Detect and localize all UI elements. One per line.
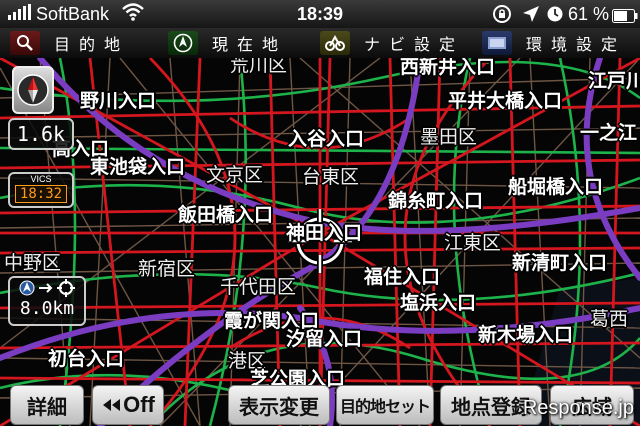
register-point-label: 地点登録 <box>451 394 531 419</box>
compass-icon <box>17 74 49 106</box>
map-label-shiodome: 汐留入口 <box>286 328 363 350</box>
map-label-hatsudai: 初台入口 <box>48 348 125 370</box>
alarm-icon <box>546 5 564 28</box>
battery-icon <box>612 7 638 28</box>
map-label-shiohama: 塩浜入口 <box>400 292 477 314</box>
menu-environment-settings-label: 環境設定 <box>526 35 627 54</box>
wifi-icon <box>122 3 144 26</box>
map-label-nishiarai: 西新井入口 <box>400 58 496 78</box>
arrow-right-icon <box>39 283 53 293</box>
map-label-taito: 台東区 <box>302 166 360 188</box>
map-scale-value: 1.6k <box>16 122 66 146</box>
menu-navi-settings-button[interactable]: ナビ設定 <box>320 30 464 56</box>
current-location-icon <box>168 31 198 55</box>
rewind-icon <box>103 399 121 411</box>
map-label-hirai: 平井大橋入口 <box>448 90 563 112</box>
map-label-arakawa: 荒川区 <box>230 58 288 76</box>
signal-bars-icon <box>8 4 34 25</box>
map-label-sumida: 墨田区 <box>420 126 478 148</box>
compass-button[interactable] <box>12 66 54 114</box>
clock: 18:39 <box>297 4 344 24</box>
detail-button[interactable]: 詳細 <box>10 385 84 425</box>
vics-time: 18:32 <box>15 185 67 203</box>
watermark: Response.jp <box>522 397 634 419</box>
rotation-lock-icon <box>492 4 512 29</box>
map-label-higashiikebukuro: 東池袋入口 <box>90 156 186 178</box>
detail-button-label: 詳細 <box>27 394 67 419</box>
map-label-nogawa: 野川入口 <box>80 90 157 112</box>
map-label-ichinoe: 一之江 <box>580 122 638 144</box>
voice-off-label: Off <box>123 392 155 417</box>
display-change-button[interactable]: 表示変更 <box>228 385 330 425</box>
carrier-name: SoftBank <box>36 4 110 24</box>
environment-settings-icon <box>482 31 512 55</box>
vehicle-position-icon <box>19 280 35 296</box>
menu-destination-label: 目的地 <box>54 35 130 54</box>
menu-current-location-label: 現在地 <box>212 35 288 54</box>
map-label-iriya: 入谷入口 <box>288 128 365 150</box>
map-scale-display[interactable]: 1.6k <box>8 118 74 150</box>
menu-destination-button[interactable]: 目的地 <box>10 30 129 56</box>
status-bar: SoftBank 18:39 61 % <box>0 0 640 28</box>
map-label-kinshicho: 錦糸町入口 <box>388 190 484 212</box>
top-menu: 目的地 現在地 ナビ設定 環境設定 <box>0 28 640 59</box>
map-label-kanda: 神田入口 <box>286 222 363 244</box>
display-change-label: 表示変更 <box>239 394 319 419</box>
menu-navi-settings-label: ナビ設定 <box>364 35 465 54</box>
vics-display: VICS 18:32 <box>8 172 74 208</box>
map-label-kasai: 葛西 <box>590 308 629 330</box>
vics-label: VICS <box>30 174 52 184</box>
map-label-fukuzumi: 福住入口 <box>364 266 441 288</box>
location-arrow-icon <box>522 5 540 28</box>
set-destination-button[interactable]: 目的地セット <box>336 385 434 425</box>
map-label-shinsunamachi: 新清町入口 <box>512 252 608 274</box>
map-label-shinkiba: 新木場入口 <box>478 324 574 346</box>
map-label-koto: 江東区 <box>444 232 502 254</box>
battery-percent: 61 % <box>568 4 610 24</box>
map-label-iidabashi: 飯田橋入口 <box>178 204 274 226</box>
menu-current-location-button[interactable]: 現在地 <box>168 30 287 56</box>
map-view[interactable]: 西新井入口 江戸川 荒川区 野川入口 平井大橋入口 高入口 入谷入口 墨田区 一… <box>0 58 640 426</box>
navi-settings-icon <box>320 31 350 55</box>
map-label-edogawa: 江戸川 <box>588 70 640 92</box>
target-icon <box>57 279 75 297</box>
map-label-bunkyo: 文京区 <box>206 164 264 186</box>
map-label-funabori: 船堀橋入口 <box>508 176 604 198</box>
set-destination-label: 目的地セット <box>339 397 431 416</box>
distance-value: 8.0km <box>19 298 75 319</box>
distance-to-destination-display[interactable]: 8.0km <box>8 276 86 326</box>
search-icon <box>10 31 40 55</box>
map-label-nakano: 中野区 <box>4 252 62 274</box>
map-label-chiyoda: 千代田区 <box>220 276 297 298</box>
map-label-shinjuku: 新宿区 <box>138 258 196 280</box>
voice-off-button[interactable]: Off <box>92 385 164 425</box>
menu-environment-settings-button[interactable]: 環境設定 <box>482 30 626 56</box>
